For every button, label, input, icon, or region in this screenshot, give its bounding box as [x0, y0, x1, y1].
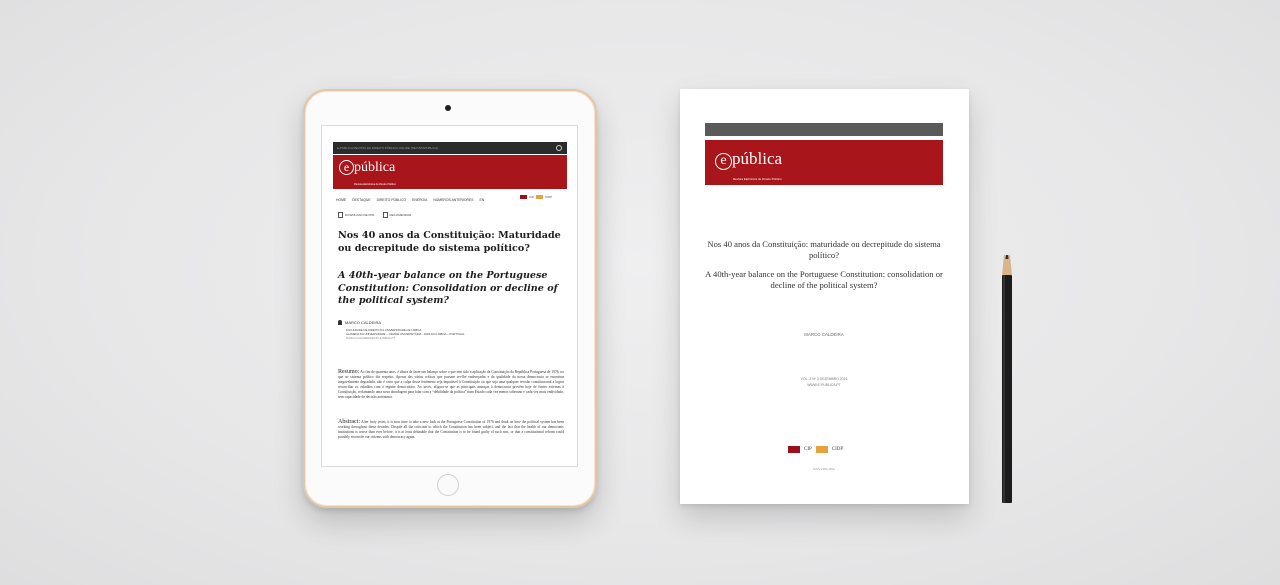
logo-e: e — [339, 160, 354, 175]
article-title: Nos 40 anos da Constituição: Maturidade … — [338, 230, 561, 254]
paper-partner-logos: CIP CIDP — [788, 446, 843, 453]
paper-issn: ISSN 2183-184x — [812, 467, 835, 471]
cidp-logo-mark — [536, 195, 544, 199]
author-email[interactable]: MARCO.CALDEIRA@FD.ULISBOA.PT — [346, 336, 546, 340]
nav-direito-publico[interactable]: DIREITO PÚBLICO — [377, 198, 407, 202]
partner-logos: CIP CIDP — [520, 195, 552, 199]
paper-epublica-logo: e pública Revista Eletrónica de Direito P… — [715, 149, 783, 181]
article-subtitle: A 40th-year balance on the Portuguese Co… — [338, 270, 558, 306]
tablet-screen: E-PUBLICA REVISTA DE DIREITO PÚBLICO ONL… — [321, 125, 578, 467]
paper-volume-info: VOL. 3 Nº 3 DEZEMBRO 2016 WWW.E-PUBLICA.… — [705, 376, 943, 388]
paper-cip-mark — [788, 446, 800, 453]
pdf-icon — [338, 212, 343, 218]
topbar-text: E-PUBLICA REVISTA DE DIREITO PÚBLICO ONL… — [337, 146, 439, 150]
download-pdf-button[interactable]: DOWNLOAD DE PDF — [338, 212, 375, 218]
pencil-icon — [1002, 255, 1012, 503]
article-author: MARCO CALDEIRA — [338, 320, 381, 325]
author-affiliation: FACULDADE DE DIREITO DA UNIVERSIDADE DE … — [346, 328, 546, 340]
paper-cidp-text: CIDP — [831, 447, 844, 452]
paper-banner: e pública Revista Eletrónica de Direito P… — [705, 140, 943, 185]
nav-numeros-anteriores[interactable]: NÚMEROS ANTERIORES — [433, 198, 473, 202]
person-icon — [338, 320, 342, 325]
author-name: MARCO CALDEIRA — [345, 320, 382, 325]
paper-author: MARCO CALDEIRA — [804, 332, 844, 337]
abstract-en: Abstract: After forty years, it is now t… — [338, 419, 565, 440]
nav-destaque[interactable]: DESTAQUE — [352, 198, 370, 202]
abstract-pt-text: Ao fim de quarenta anos, é altura de faz… — [338, 370, 564, 399]
paper-logo-e: e — [715, 153, 732, 170]
paper-logo-tagline: Revista Eletrónica de Direito Público — [733, 177, 782, 181]
home-button[interactable] — [437, 474, 459, 496]
paper-subtitle: A 40th-year balance on the Portuguese Co… — [705, 269, 943, 290]
mail-icon — [382, 212, 388, 218]
recommend-button[interactable]: RECOMENDAR — [382, 212, 412, 218]
nav-home[interactable]: HOME — [336, 198, 346, 202]
cip-logo-mark — [520, 195, 527, 199]
abstract-en-text: After forty years, it is now time to tak… — [338, 420, 565, 439]
printed-paper: e pública Revista Eletrónica de Direito P… — [680, 89, 969, 504]
nav-energia[interactable]: ENERGIA — [412, 198, 427, 202]
recommend-label: RECOMENDAR — [389, 213, 412, 217]
search-icon[interactable] — [556, 145, 562, 151]
logo-name: pública — [354, 160, 396, 175]
tablet-device: E-PUBLICA REVISTA DE DIREITO PÚBLICO ONL… — [303, 89, 597, 508]
paper-gray-bar — [705, 123, 943, 136]
paper-title: Nos 40 anos da Constituição: maturidade … — [707, 239, 941, 260]
cip-logo-text: CIP — [529, 195, 535, 199]
logo-tagline: Revista Eletrónica de Direito Público — [354, 183, 396, 186]
paper-cip-text: CIP — [804, 447, 812, 452]
article-actions: DOWNLOAD DE PDF RECOMENDAR — [338, 212, 411, 218]
nav-en[interactable]: EN — [480, 198, 485, 202]
epublica-logo[interactable]: e pública Revista Eletrónica de Direito P… — [339, 159, 396, 186]
abstract-pt: Resumo: Ao fim de quarenta anos, é altur… — [338, 369, 564, 400]
site-topbar: E-PUBLICA REVISTA DE DIREITO PÚBLICO ONL… — [333, 142, 567, 154]
paper-cidp-mark — [815, 446, 828, 453]
paper-logo-name: pública — [732, 149, 783, 168]
cidp-logo-text: CIDP — [545, 195, 553, 199]
site-banner: e pública Revista Eletrónica de Direito P… — [333, 155, 567, 189]
camera-dot — [445, 105, 451, 111]
paper-website: WWW.E-PUBLICA.PT — [807, 383, 841, 387]
download-label: DOWNLOAD DE PDF — [345, 213, 375, 217]
